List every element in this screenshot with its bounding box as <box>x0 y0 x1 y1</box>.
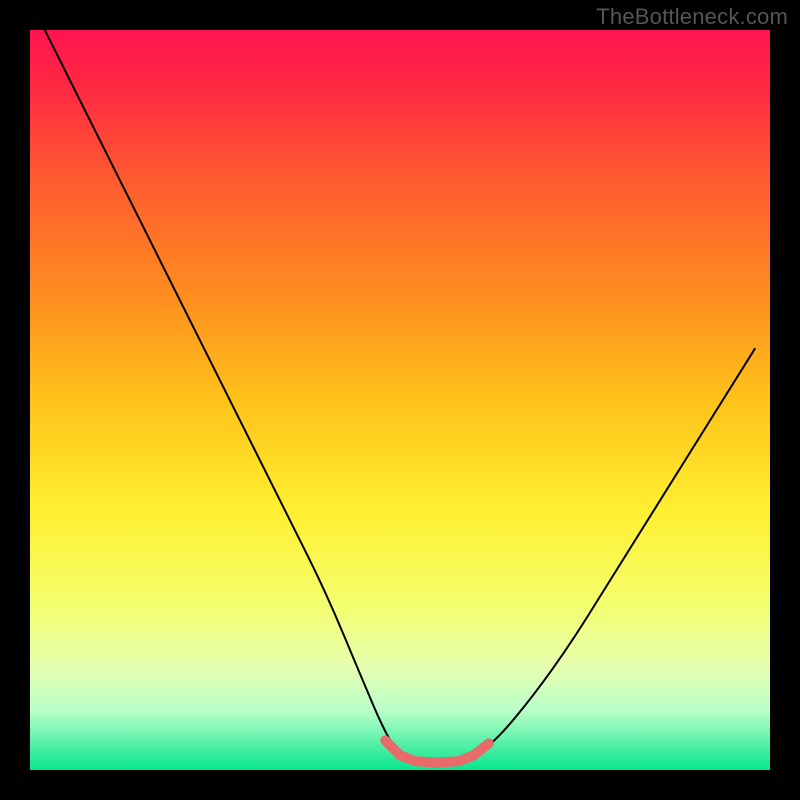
chart-svg <box>30 30 770 770</box>
watermark-text: TheBottleneck.com <box>596 4 788 30</box>
chart-frame: TheBottleneck.com <box>0 0 800 800</box>
plot-area <box>30 30 770 770</box>
gradient-background <box>30 30 770 770</box>
